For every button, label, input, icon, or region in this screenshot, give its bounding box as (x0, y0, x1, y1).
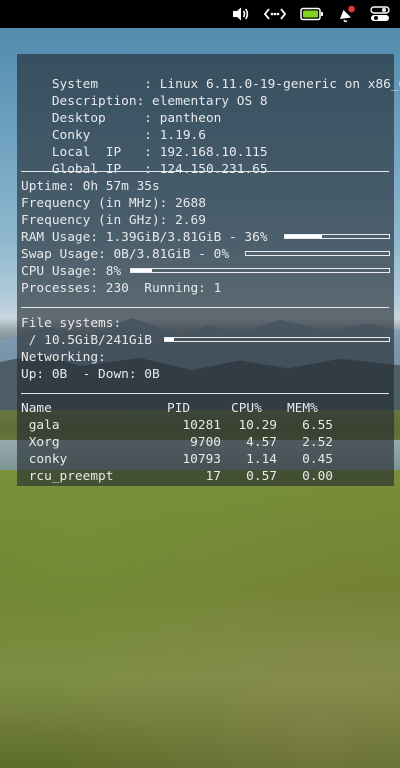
ram-usage: RAM Usage: 1.39GiB/3.81GiB - 36% (21, 230, 268, 245)
swap-usage-bar (245, 251, 390, 256)
cpu-usage: CPU Usage: 8% (21, 264, 122, 279)
ram-usage-bar (284, 234, 390, 239)
conky-version-row: Conky : 1.19.6 (21, 110, 206, 143)
cpu-usage-bar (130, 268, 390, 273)
global-ip-row: Global IP : 124.150.231.65 (21, 144, 268, 177)
separator (21, 393, 389, 394)
processes-count: Processes: 230 Running: 1 (21, 281, 222, 296)
process-name: gala (21, 418, 60, 433)
volume-icon[interactable] (232, 4, 250, 24)
table-row: Xorg 9700 4.57 2.52 (21, 434, 389, 451)
process-name: conky (21, 452, 68, 467)
table-row: gala 10281 10.29 6.55 (21, 417, 389, 434)
filesystems-title: File systems: (21, 316, 122, 331)
process-cpu: 4.57 (246, 435, 277, 450)
system-row: System : Linux 6.11.0-19-generic on x86_… (21, 59, 400, 92)
system-menu-icon[interactable] (370, 4, 390, 24)
cpu-usage-bar-fill (131, 269, 152, 272)
process-pid: 10793 (182, 452, 221, 467)
column-mem: MEM% (287, 401, 318, 416)
top-panel (0, 0, 400, 28)
frequency-mhz: Frequency (in MHz): 2688 (21, 196, 206, 211)
description-row: Description: elementary OS 8 (21, 76, 268, 109)
process-pid: 10281 (182, 418, 221, 433)
process-name: rcu_preempt (21, 469, 114, 484)
process-mem: 2.52 (302, 435, 333, 450)
process-pid: 9700 (190, 435, 221, 450)
process-cpu: 10.29 (238, 418, 277, 433)
process-cpu: 0.57 (246, 469, 277, 484)
table-row: conky 10793 1.14 0.45 (21, 451, 389, 468)
filesystem-root-bar-fill (165, 338, 174, 341)
swap-usage: Swap Usage: 0B/3.81GiB - 0% (21, 247, 230, 262)
column-name: Name (21, 401, 52, 416)
process-pid: 17 (205, 469, 221, 484)
process-name: Xorg (21, 435, 60, 450)
table-row: rcu_preempt 17 0.57 0.00 (21, 468, 389, 485)
column-pid: PID (167, 401, 191, 416)
conky-widget: System : Linux 6.11.0-19-generic on x86_… (17, 54, 400, 486)
wallpaper-meadow (0, 470, 400, 768)
separator (21, 171, 389, 172)
uptime: Uptime: 0h 57m 35s (21, 179, 160, 194)
frequency-ghz: Frequency (in GHz): 2.69 (21, 213, 206, 228)
global-ip-label: Global IP : (51, 162, 152, 177)
networking-title: Networking: (21, 350, 106, 365)
separator (21, 307, 389, 308)
panel-indicators (232, 0, 390, 28)
process-mem: 6.55 (302, 418, 333, 433)
notifications-icon[interactable] (338, 4, 356, 24)
filesystem-root: / 10.5GiB/241GiB (21, 333, 152, 348)
column-cpu: CPU% (231, 401, 262, 416)
local-ip-row: Local IP : 192.168.10.115 (21, 127, 268, 160)
process-cpu: 1.14 (246, 452, 277, 467)
desktop-row: Desktop : pantheon (21, 93, 222, 126)
process-table-header: Name PID CPU% MEM% (21, 400, 389, 417)
network-traffic: Up: 0B - Down: 0B (21, 367, 160, 382)
filesystem-root-bar (164, 337, 390, 342)
battery-icon[interactable] (300, 4, 324, 24)
network-icon[interactable] (264, 4, 286, 24)
global-ip-value: 124.150.231.65 (159, 162, 268, 177)
process-mem: 0.00 (302, 469, 333, 484)
process-mem: 0.45 (302, 452, 333, 467)
ram-usage-bar-fill (285, 235, 323, 238)
